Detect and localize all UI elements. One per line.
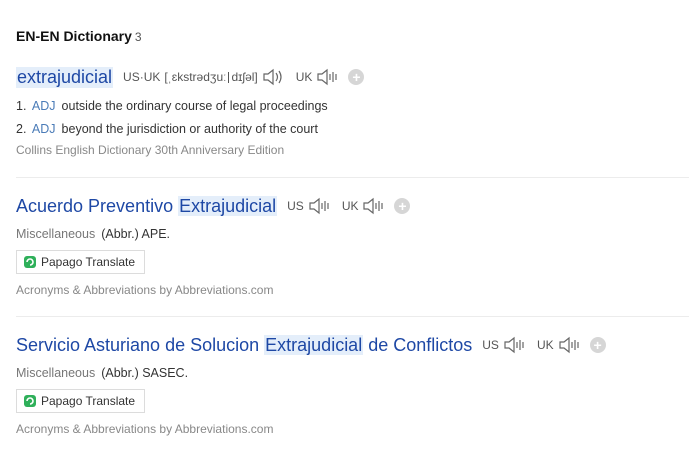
result-count: 3 — [134, 30, 142, 44]
word-part: de Conflictos — [363, 334, 473, 355]
section-title: EN-EN Dictionary 3 — [16, 28, 142, 44]
ipa-tail-text: dɪʃəl] — [231, 70, 258, 84]
abbreviation-text: (Abbr.) SASEC. — [101, 366, 189, 380]
papago-label: Papago Translate — [41, 394, 136, 408]
def-number: 1. — [16, 99, 27, 113]
source-credit: Collins English Dictionary 30th Annivers… — [16, 143, 285, 157]
section-title-text: EN-EN Dictionary — [16, 28, 132, 44]
word-part: Acuerdo Preventivo — [16, 195, 179, 216]
abbreviation-text: (Abbr.) APE. — [101, 227, 170, 241]
pron-label: US·UK — [123, 70, 161, 84]
pronunciation: US UK + — [482, 336, 606, 354]
us-label: US — [287, 199, 304, 213]
papago-logo-icon — [24, 395, 36, 407]
definition-item: 2. ADJ beyond the jurisdiction or authori… — [16, 118, 689, 141]
papago-logo-icon — [24, 256, 36, 268]
speaker-icon[interactable] — [558, 336, 582, 354]
category-label: Miscellaneous — [16, 227, 96, 241]
entry-acuerdo-preventivo: Acuerdo Preventivo Extrajudicial US UK +… — [16, 177, 689, 297]
papago-label: Papago Translate — [41, 255, 136, 269]
category-label: Miscellaneous — [16, 366, 96, 380]
add-circle-icon[interactable]: + — [589, 337, 606, 353]
entry-word-link[interactable]: extrajudicial — [16, 66, 114, 88]
speaker-icon[interactable] — [362, 197, 386, 215]
uk-label: UK — [341, 199, 359, 213]
definition-list: 1. ADJ outside the ordinary course of leg… — [16, 95, 689, 141]
speaker-icon[interactable] — [308, 197, 332, 215]
add-circle-icon[interactable]: + — [348, 69, 365, 85]
entry-word-link[interactable]: Acuerdo Preventivo Extrajudicial — [16, 195, 278, 217]
category-row: Miscellaneous (Abbr.) APE. — [16, 227, 689, 241]
papago-translate-button[interactable]: Papago Translate — [16, 250, 146, 274]
part-of-speech: ADJ — [31, 122, 56, 136]
speaker-icon[interactable] — [262, 68, 286, 86]
add-circle-icon[interactable]: + — [394, 198, 411, 214]
entry-extrajudicial: extrajudicial US·UK [ˌɛkstrədʒuː dɪʃəl] … — [16, 65, 689, 157]
speaker-icon[interactable] — [503, 336, 527, 354]
ipa-text: [ˌɛkstrədʒuː — [164, 70, 227, 84]
pronunciation: US UK + — [287, 197, 411, 215]
word-highlight: Extrajudicial — [264, 334, 364, 355]
source-credit: Acronyms & Abbreviations by Abbreviation… — [16, 283, 274, 297]
stress-mark — [228, 71, 230, 83]
us-label: US — [482, 338, 499, 352]
entry-word-link[interactable]: Servicio Asturiano de Solucion Extrajudi… — [16, 334, 473, 356]
part-of-speech: ADJ — [31, 99, 56, 113]
word-highlight: Extrajudicial — [178, 195, 278, 216]
entry-servicio-asturiano: Servicio Asturiano de Solucion Extrajudi… — [16, 316, 689, 436]
pronunciation: US·UK [ˌɛkstrədʒuː dɪʃəl] UK + — [123, 68, 365, 86]
category-row: Miscellaneous (Abbr.) SASEC. — [16, 366, 689, 380]
papago-translate-button[interactable]: Papago Translate — [16, 389, 146, 413]
def-text: beyond the jurisdiction or authority of … — [61, 122, 318, 136]
def-text: outside the ordinary course of legal pro… — [61, 99, 328, 113]
speaker-icon[interactable] — [316, 68, 340, 86]
uk-label: UK — [536, 338, 554, 352]
definition-item: 1. ADJ outside the ordinary course of leg… — [16, 95, 689, 118]
def-number: 2. — [16, 122, 27, 136]
uk-label: UK — [295, 70, 313, 84]
word-part: Servicio Asturiano de Solucion — [16, 334, 265, 355]
source-credit: Acronyms & Abbreviations by Abbreviation… — [16, 422, 274, 436]
